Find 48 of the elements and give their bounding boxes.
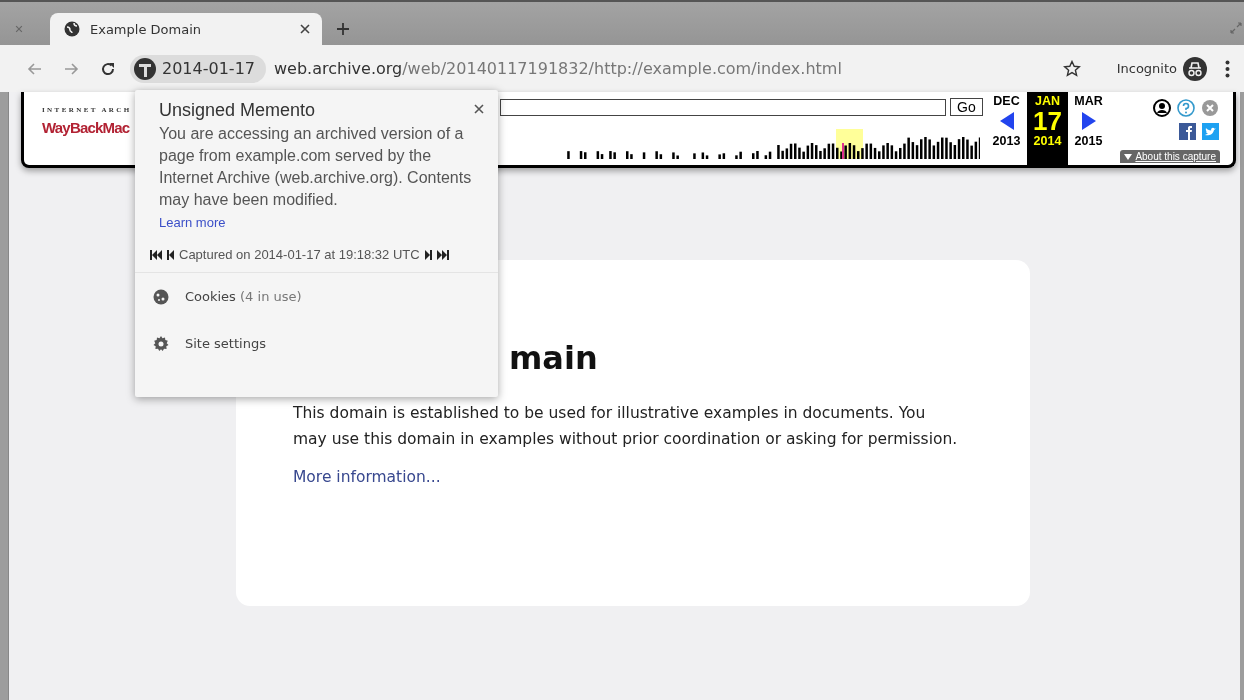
reload-icon[interactable] <box>100 60 116 77</box>
profile-label: Incognito <box>1116 61 1177 76</box>
next-arrow-icon[interactable] <box>1081 112 1096 130</box>
popup-menu-item[interactable]: Site settings <box>135 320 498 367</box>
settings-icon <box>153 335 169 352</box>
page-paragraph: This domain is established to be used for illustrative examples in documents. You may use this domain in examples without prior coordination or asking for permission. <box>293 403 958 450</box>
popup-menu-item[interactable]: Cookies (4 in use) <box>135 273 498 320</box>
site-info-button[interactable]: 2014-01-17 <box>130 54 266 83</box>
help-icon[interactable] <box>1177 99 1195 117</box>
month-label[interactable]: MAR <box>1074 94 1103 108</box>
archive-icon <box>134 57 156 80</box>
day-label[interactable]: 17 <box>1033 108 1062 134</box>
globe-icon <box>64 21 80 37</box>
menu-icon[interactable] <box>1225 59 1230 78</box>
url-input-field[interactable] <box>500 98 946 116</box>
popup-message: You are accessing an archived version of a page from example.com served by the Internet Archive (web.archive.org). Contents may have been modified. <box>158 124 473 210</box>
previous-capture-icon[interactable] <box>167 249 174 260</box>
close-icon[interactable] <box>298 22 312 36</box>
cookie-icon <box>153 288 169 305</box>
first-capture-icon[interactable] <box>150 249 162 260</box>
caret-icon <box>1124 153 1133 160</box>
facebook-icon[interactable] <box>1179 123 1196 140</box>
star-icon[interactable] <box>1062 60 1081 77</box>
browser-tab[interactable]: Example Domain <box>50 13 322 45</box>
capture-timestamp: Captured on 2014-01-17 at 19:18:32 UTC <box>179 247 420 262</box>
logo-wordmark: WayBackMac <box>42 118 130 138</box>
close-icon[interactable] <box>472 102 486 116</box>
previous-arrow-icon[interactable] <box>999 112 1014 130</box>
forward-icon[interactable] <box>62 61 80 76</box>
next-capture-icon[interactable] <box>424 249 432 260</box>
twitter-icon[interactable] <box>1202 123 1219 140</box>
popup-title: Unsigned Memento <box>159 100 316 121</box>
more-information-link[interactable]: More information... <box>293 468 441 486</box>
user-icon[interactable] <box>1153 99 1171 117</box>
url-field[interactable]: web.archive.org/web/20140117191832/http://example.com/index.html <box>274 59 1063 78</box>
last-capture-icon[interactable] <box>436 249 449 260</box>
new-tab-icon[interactable] <box>336 22 350 36</box>
back-icon[interactable] <box>26 61 44 76</box>
year-label[interactable]: 2014 <box>1033 134 1062 148</box>
year-label[interactable]: 2013 <box>992 134 1021 148</box>
page-heading: main <box>509 338 599 378</box>
month-label[interactable]: DEC <box>993 94 1020 108</box>
month-label[interactable]: JAN <box>1035 94 1060 108</box>
year-label[interactable]: 2015 <box>1074 134 1103 148</box>
go-button[interactable]: Go <box>950 98 983 116</box>
about-capture-button[interactable]: About this capture <box>1120 150 1220 163</box>
learn-more-link[interactable]: Learn more <box>135 211 226 230</box>
incognito-icon[interactable] <box>1183 56 1207 81</box>
